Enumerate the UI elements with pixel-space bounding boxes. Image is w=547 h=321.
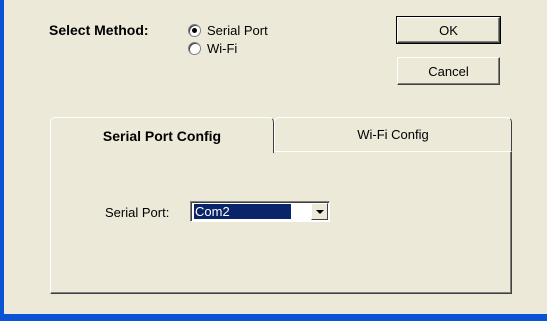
- tab-wifi-config[interactable]: Wi-Fi Config: [274, 117, 512, 151]
- radio-wifi-label: Wi-Fi: [207, 41, 238, 56]
- radio-wifi[interactable]: Wi-Fi: [188, 41, 237, 56]
- serial-port-label: Serial Port:: [105, 205, 170, 220]
- active-tab-joint: [51, 150, 273, 153]
- serial-port-dropdown[interactable]: Com2: [190, 201, 330, 222]
- select-method-label: Select Method:: [49, 22, 149, 38]
- chevron-down-icon: [315, 209, 324, 214]
- radio-serial-port[interactable]: Serial Port: [188, 23, 268, 38]
- radio-button[interactable]: [188, 42, 201, 55]
- ok-button[interactable]: OK: [396, 16, 501, 44]
- tab-serial-port-config[interactable]: Serial Port Config: [50, 117, 274, 153]
- serial-port-value: Com2: [194, 204, 291, 219]
- tab-panel: [50, 151, 512, 294]
- radio-serial-port-label: Serial Port: [207, 23, 268, 38]
- window-frame-bottom: [0, 314, 547, 321]
- cancel-button[interactable]: Cancel: [397, 57, 500, 85]
- radio-button[interactable]: [188, 24, 201, 37]
- dropdown-button[interactable]: [311, 203, 328, 220]
- window-frame-left: [0, 0, 4, 321]
